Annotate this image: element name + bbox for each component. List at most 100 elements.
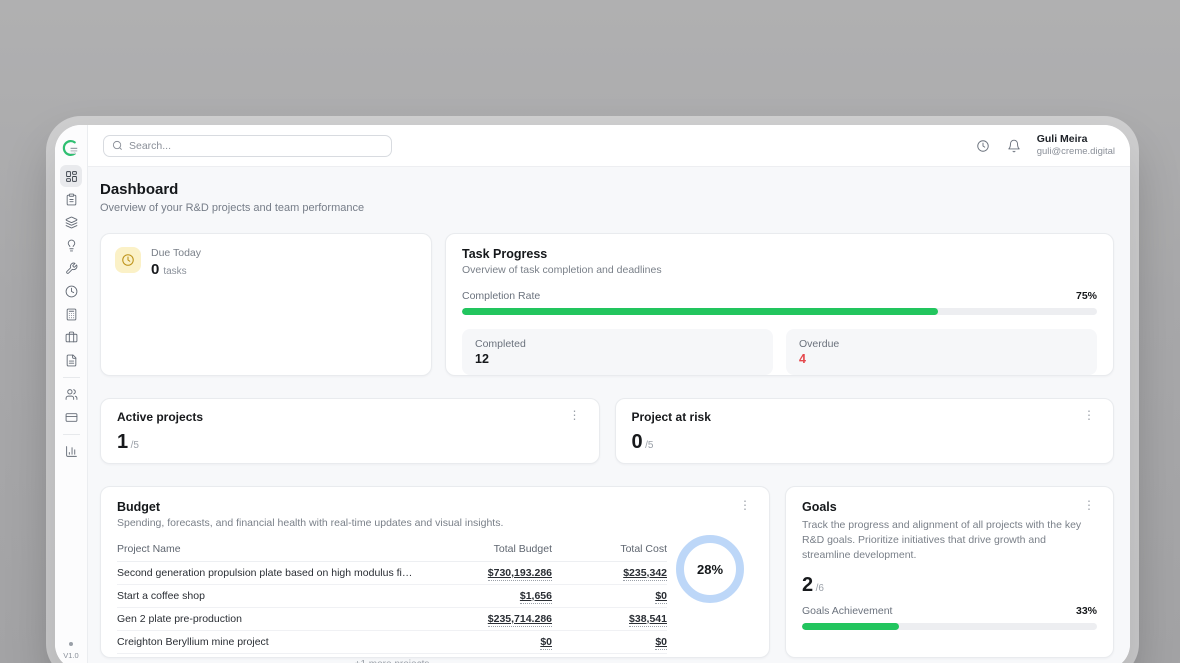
goals-achievement-label: Goals Achievement: [802, 605, 892, 617]
budget-donut-value: 28%: [697, 562, 723, 577]
sidebar-item-billing[interactable]: [60, 406, 82, 428]
dashboard-content: Dashboard Overview of your R&D projects …: [88, 167, 1130, 663]
budget-donut-chart: 28%: [676, 535, 744, 603]
alarm-clock-icon: [121, 253, 135, 267]
users-icon: [65, 388, 78, 401]
more-projects-link[interactable]: +1 more projects: [117, 659, 667, 663]
sidebar-item-time-tracking[interactable]: [60, 280, 82, 302]
project-at-risk-value: 0: [632, 431, 643, 454]
search-input[interactable]: [129, 140, 383, 152]
file-text-icon: [65, 354, 78, 367]
budget-table: Project Name Total Budget Total Cost Sec…: [117, 537, 667, 663]
kebab-menu-icon[interactable]: [737, 500, 753, 510]
active-projects-card: Active projects 1 /5: [100, 398, 600, 464]
clock-icon: [65, 285, 78, 298]
sidebar-item-dashboard[interactable]: [60, 165, 82, 187]
bell-icon: [1007, 139, 1021, 153]
user-email: guli@creme.digital: [1037, 146, 1115, 158]
due-today-label: Due Today: [151, 247, 201, 259]
task-progress-subtitle: Overview of task completion and deadline…: [462, 264, 1097, 276]
project-at-risk-total: /5: [645, 440, 653, 451]
app-version: V1.0: [63, 651, 78, 660]
goals-total: /6: [816, 583, 824, 594]
completion-rate-value: 75%: [1076, 290, 1097, 302]
kebab-menu-icon[interactable]: [567, 410, 583, 420]
table-row[interactable]: Gen 2 plate pre-production $235,714.286 …: [117, 608, 667, 631]
task-progress-card: Task Progress Overview of task completio…: [445, 233, 1114, 376]
credit-card-icon: [65, 411, 78, 424]
total-cost-cell[interactable]: $38,541: [629, 613, 667, 627]
total-budget-cell[interactable]: $0: [540, 636, 552, 650]
sidebar-item-documents[interactable]: [60, 349, 82, 371]
total-budget-cell[interactable]: $235,714.286: [488, 613, 552, 627]
calculator-icon: [65, 308, 78, 321]
sidebar-divider: [63, 377, 80, 378]
goals-achievement-bar: [802, 623, 1097, 630]
dashboard-grid-icon: [65, 170, 78, 183]
table-row[interactable]: Start a coffee shop $1,656 $0: [117, 585, 667, 608]
goals-title: Goals: [802, 500, 837, 514]
due-today-value: 0: [151, 261, 159, 278]
kebab-menu-icon[interactable]: [1081, 500, 1097, 510]
task-progress-title: Task Progress: [462, 247, 1097, 261]
kebab-menu-icon[interactable]: [1081, 410, 1097, 420]
total-cost-cell[interactable]: $0: [655, 636, 667, 650]
completion-rate-bar: [462, 308, 1097, 315]
project-at-risk-card: Project at risk 0 /5: [615, 398, 1115, 464]
completed-label: Completed: [475, 338, 760, 350]
user-name: Guli Meira: [1037, 133, 1115, 146]
sidebar-item-projects[interactable]: [60, 211, 82, 233]
total-budget-cell[interactable]: $730,193.286: [488, 567, 552, 581]
topbar-right: Guli Meira guli@creme.digital: [975, 133, 1115, 158]
project-name-cell[interactable]: Gen 2 plate pre-production: [117, 608, 417, 631]
goals-subtitle: Track the progress and alignment of all …: [802, 518, 1097, 564]
total-budget-cell[interactable]: $1,656: [520, 590, 552, 604]
goals-achievement-value: 33%: [1076, 605, 1097, 617]
goals-achievement-bar-fill: [802, 623, 899, 630]
active-projects-total: /5: [131, 440, 139, 451]
status-dot-icon: [69, 642, 73, 646]
total-cost-cell[interactable]: $235,342: [623, 567, 667, 581]
total-cost-cell[interactable]: $0: [655, 590, 667, 604]
search-icon: [112, 140, 123, 151]
sidebar-item-portfolio[interactable]: [60, 326, 82, 348]
budget-subtitle: Spending, forecasts, and financial healt…: [117, 517, 753, 529]
table-row[interactable]: Creighton Beryllium mine project $0 $0: [117, 631, 667, 654]
project-name-cell[interactable]: Second generation propulsion plate based…: [117, 562, 417, 585]
wrench-icon: [65, 262, 78, 275]
sidebar-item-calculator[interactable]: [60, 303, 82, 325]
history-button[interactable]: [975, 138, 991, 154]
table-row[interactable]: Second generation propulsion plate based…: [117, 562, 667, 585]
project-at-risk-title: Project at risk: [632, 410, 711, 424]
briefcase-icon: [65, 331, 78, 344]
sidebar-item-tasks[interactable]: [60, 188, 82, 210]
overdue-stat: Overdue 4: [786, 329, 1097, 375]
sidebar-item-tools[interactable]: [60, 257, 82, 279]
budget-donut-wrap: 28%: [667, 529, 753, 663]
clock-icon: [976, 139, 990, 153]
sidebar-item-analytics[interactable]: [60, 440, 82, 462]
topbar: Guli Meira guli@creme.digital: [88, 125, 1130, 167]
search-box[interactable]: [103, 135, 392, 157]
overdue-value: 4: [799, 352, 1084, 366]
sidebar: V1.0: [55, 125, 88, 663]
project-name-cell[interactable]: Start a coffee shop: [117, 585, 417, 608]
user-menu[interactable]: Guli Meira guli@creme.digital: [1037, 133, 1115, 158]
completion-rate-label: Completion Rate: [462, 290, 540, 302]
due-today-iconbox: [115, 247, 141, 273]
main-area: Guli Meira guli@creme.digital Dashboard …: [88, 125, 1130, 663]
overdue-label: Overdue: [799, 338, 1084, 350]
goals-card: Goals Track the progress and alignment o…: [785, 486, 1114, 658]
lightbulb-icon: [65, 239, 78, 252]
active-projects-title: Active projects: [117, 410, 203, 424]
project-name-cell[interactable]: Creighton Beryllium mine project: [117, 631, 417, 654]
sidebar-item-team[interactable]: [60, 383, 82, 405]
column-header-project-name: Project Name: [117, 537, 417, 562]
sidebar-item-ideas[interactable]: [60, 234, 82, 256]
app-window: V1.0 Guli Meira guli@creme.digital: [55, 125, 1130, 663]
due-today-unit: tasks: [163, 266, 186, 277]
notifications-button[interactable]: [1006, 138, 1022, 154]
layers-icon: [65, 216, 78, 229]
active-projects-value: 1: [117, 431, 128, 454]
completion-rate-bar-fill: [462, 308, 938, 315]
